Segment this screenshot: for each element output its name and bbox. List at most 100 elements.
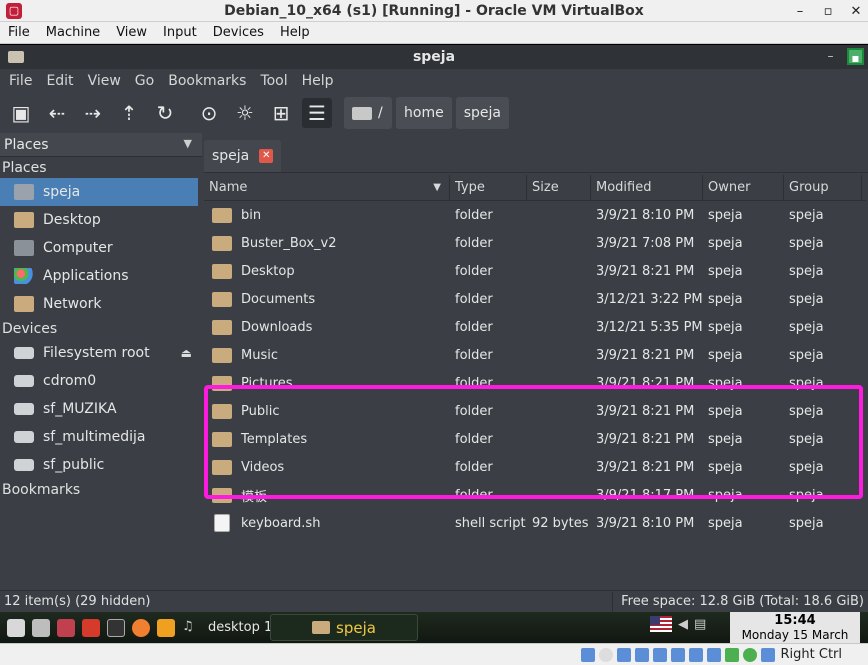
vbox-menu-devices[interactable]: Devices — [205, 25, 272, 40]
new-tab-icon[interactable]: ▣ — [6, 98, 36, 128]
menu-file[interactable]: File — [2, 73, 39, 89]
start-menu-icon[interactable] — [7, 618, 25, 637]
sidebar-item-filesystem-root[interactable]: Filesystem root ⏏ — [0, 339, 202, 367]
maximize-icon[interactable]: ▪ — [847, 48, 864, 65]
host-key-label: Right Ctrl — [780, 647, 843, 662]
desktop-label[interactable]: desktop 1 — [208, 620, 272, 635]
audio-icon[interactable] — [616, 647, 631, 662]
sidebar-item-sf-multimedija[interactable]: sf_multimedija — [0, 423, 202, 451]
vbox-menu-help[interactable]: Help — [272, 25, 318, 40]
keyboard-capture-icon[interactable] — [760, 647, 775, 662]
column-header-modified[interactable]: Modified — [591, 175, 703, 200]
detailed-list-view-icon[interactable]: ☰ — [302, 98, 332, 128]
video-capture-icon[interactable] — [706, 647, 721, 662]
bulb-icon[interactable]: ☼ — [230, 98, 260, 128]
forward-icon[interactable]: ⇢ — [78, 98, 108, 128]
table-row[interactable]: Public folder 3/9/21 8:21 PM speja speja — [204, 397, 866, 425]
menu-bookmarks[interactable]: Bookmarks — [161, 73, 253, 89]
cell-modified: 3/9/21 8:10 PM — [596, 207, 695, 223]
taskbar-item-speja[interactable]: speja — [270, 614, 418, 641]
menu-help[interactable]: Help — [295, 73, 341, 89]
icon-view-icon[interactable]: ⊞ — [266, 98, 296, 128]
us-flag-icon[interactable] — [650, 616, 672, 632]
back-icon[interactable]: ⇠ — [42, 98, 72, 128]
sidebar-item-desktop[interactable]: Desktop — [0, 206, 202, 234]
sidebar-item-speja[interactable]: speja — [0, 178, 198, 206]
shared-folders-icon[interactable] — [670, 647, 685, 662]
headphones-icon[interactable]: ♫ — [182, 619, 200, 637]
cell-modified: 3/9/21 8:21 PM — [596, 431, 695, 447]
column-header-type[interactable]: Type — [450, 175, 527, 200]
reload-icon[interactable]: ↻ — [150, 98, 180, 128]
breadcrumb-home[interactable]: home — [396, 97, 452, 129]
minimize-icon[interactable]: – — [792, 4, 808, 19]
column-header-group[interactable]: Group — [784, 175, 862, 200]
file-manager-title: speja — [412, 49, 456, 65]
menu-edit[interactable]: Edit — [39, 73, 80, 89]
vbox-menu-machine[interactable]: Machine — [38, 25, 108, 40]
files-icon[interactable] — [32, 618, 50, 637]
menu-view[interactable]: View — [81, 73, 128, 89]
column-header-owner[interactable]: Owner — [703, 175, 784, 200]
table-row[interactable]: Music folder 3/9/21 8:21 PM speja speja — [204, 341, 866, 369]
table-row[interactable]: bin folder 3/9/21 8:10 PM speja speja — [204, 201, 866, 229]
find-files-icon[interactable]: ⊙ — [194, 98, 224, 128]
table-row[interactable]: 模板 folder 3/9/21 8:17 PM speja speja — [204, 481, 866, 509]
cell-type: folder — [455, 235, 493, 251]
cell-group: speja — [789, 207, 824, 223]
table-row[interactable]: keyboard.sh shell script 92 bytes 3/9/21 8:… — [204, 509, 866, 537]
sidebar-item-network[interactable]: Network — [0, 290, 202, 318]
terminal-icon[interactable] — [107, 618, 125, 637]
usb-icon[interactable] — [652, 647, 667, 662]
maximize-icon[interactable]: ▫ — [820, 4, 836, 19]
table-row[interactable]: Templates folder 3/9/21 8:21 PM speja speja — [204, 425, 866, 453]
vbox-menu-file[interactable]: File — [0, 25, 38, 40]
dc-icon[interactable] — [82, 618, 100, 637]
sidebar-mode-select[interactable]: Places ▼ — [0, 133, 202, 157]
vbox-window-title: Debian_10_x64 (s1) [Running] - Oracle VM… — [224, 2, 644, 19]
menu-tool[interactable]: Tool — [253, 73, 294, 89]
optical-drive-icon[interactable] — [598, 647, 613, 662]
vlc-icon[interactable] — [157, 618, 175, 637]
breadcrumb-speja[interactable]: speja — [455, 97, 509, 129]
archive-icon[interactable] — [57, 618, 75, 637]
hard-disk-icon[interactable] — [580, 647, 595, 662]
eject-icon[interactable]: ⏏ — [181, 346, 192, 360]
table-row[interactable]: Downloads folder 3/12/21 5:35 PM speja speja — [204, 313, 866, 341]
breadcrumb-root[interactable]: / — [344, 97, 392, 129]
display-icon[interactable] — [688, 647, 703, 662]
network-icon[interactable]: ▤ — [694, 617, 706, 632]
column-header-name[interactable]: Name ▼ — [204, 175, 450, 200]
minimize-icon[interactable]: – — [822, 48, 839, 65]
folder-icon — [212, 263, 232, 279]
network-icon[interactable] — [634, 647, 649, 662]
mouse-integration-icon[interactable] — [742, 647, 757, 662]
menu-go[interactable]: Go — [128, 73, 161, 89]
cell-type: folder — [455, 291, 493, 307]
close-tab-icon[interactable]: ✕ — [259, 149, 274, 163]
clock[interactable]: 15:44 Monday 15 March — [730, 612, 860, 643]
table-row[interactable]: Videos folder 3/9/21 8:21 PM speja speja — [204, 453, 866, 481]
table-row[interactable]: Pictures folder 3/9/21 8:21 PM speja speja — [204, 369, 866, 397]
close-icon[interactable]: ✕ — [848, 4, 864, 19]
sidebar-item-computer[interactable]: Computer — [0, 234, 202, 262]
firefox-icon[interactable] — [132, 618, 150, 637]
guest-screen: speja – ▪ File Edit View Go Bookmarks To… — [0, 45, 868, 643]
up-icon[interactable]: ⇡ — [114, 98, 144, 128]
vbox-menu-view[interactable]: View — [108, 25, 155, 40]
table-row[interactable]: Documents folder 3/12/21 3:22 PM speja speja — [204, 285, 866, 313]
sidebar-item-sf-muzika[interactable]: sf_MUZIKA — [0, 395, 202, 423]
sidebar-item-cdrom0[interactable]: cdrom0 — [0, 367, 202, 395]
tab-speja[interactable]: speja ✕ — [204, 140, 282, 172]
cell-owner: speja — [708, 487, 743, 503]
table-row[interactable]: Buster_Box_v2 folder 3/9/21 7:08 PM speja sp… — [204, 229, 866, 257]
sidebar-item-sf-public[interactable]: sf_public — [0, 451, 202, 479]
sidebar-item-applications[interactable]: Applications — [0, 262, 202, 290]
column-header-size[interactable]: Size — [527, 175, 591, 200]
cpu-icon[interactable] — [724, 647, 739, 662]
vbox-menu-input[interactable]: Input — [155, 25, 205, 40]
volume-icon[interactable]: ◀ — [678, 617, 688, 632]
network-folder-icon — [14, 296, 34, 312]
vbox-statusbar: Right Ctrl — [0, 643, 868, 665]
table-row[interactable]: Desktop folder 3/9/21 8:21 PM speja speja — [204, 257, 866, 285]
